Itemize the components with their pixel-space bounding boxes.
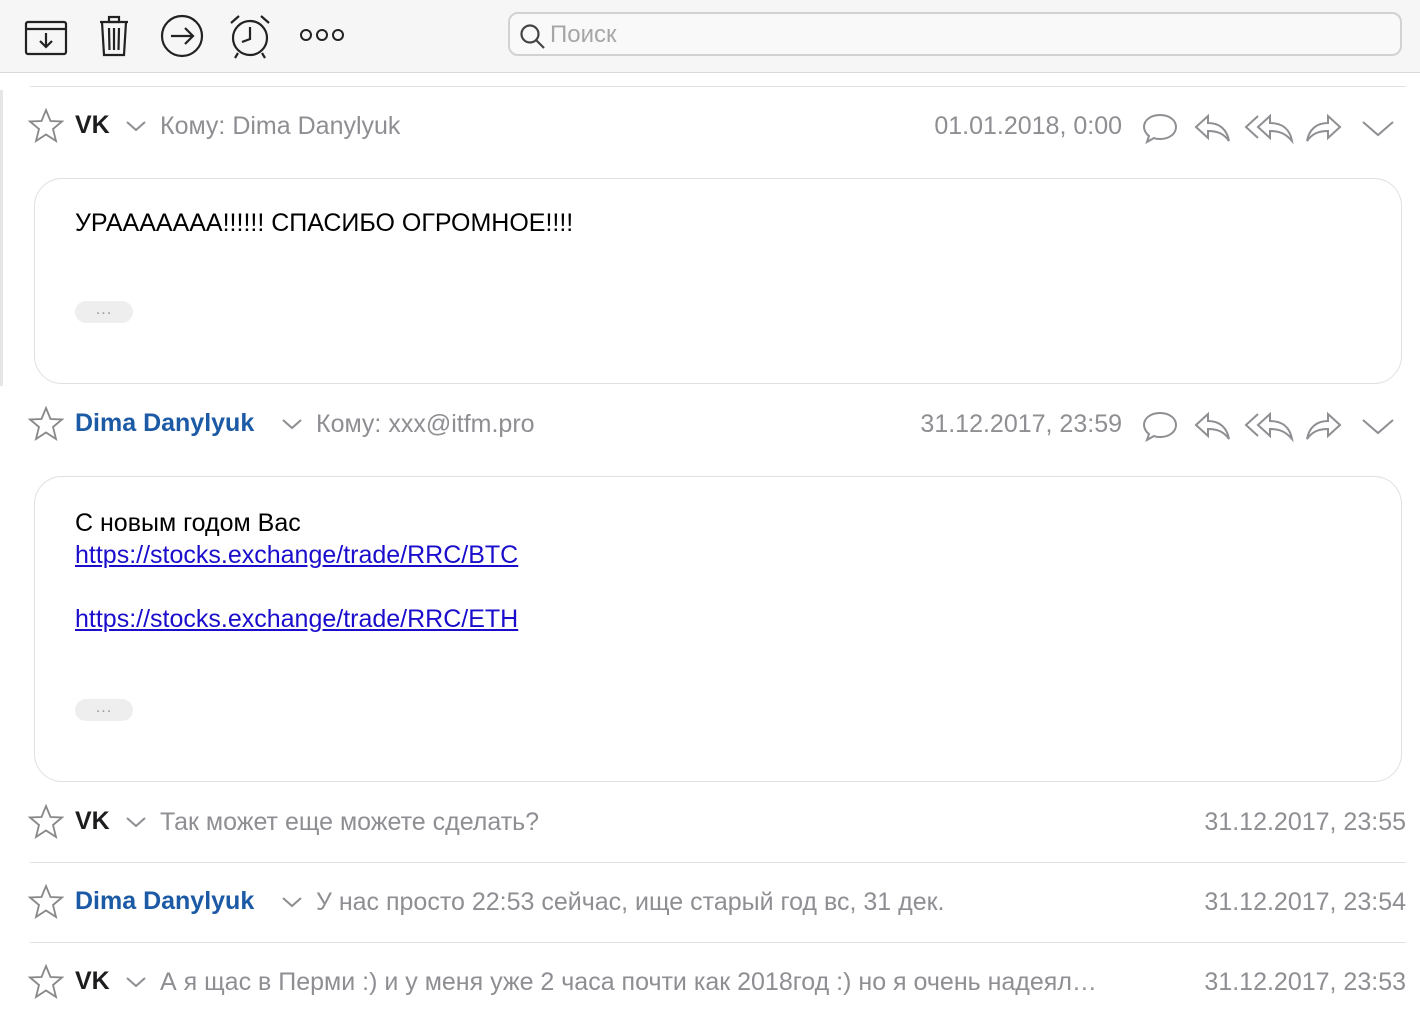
chevron-down-icon[interactable] [124, 116, 148, 136]
star-icon[interactable] [28, 804, 64, 840]
chevron-down-icon[interactable] [1358, 406, 1398, 446]
star-icon[interactable] [28, 884, 64, 920]
star-icon[interactable] [28, 108, 64, 144]
message-snippet: У нас просто 22:53 сейчас, ище старый го… [316, 888, 945, 916]
comment-icon[interactable] [1140, 108, 1180, 148]
show-more-button[interactable]: ... [75, 699, 133, 721]
link-rrc-eth[interactable]: https://stocks.exchange/trade/RRC/ETH [75, 605, 518, 634]
message-date: 31.12.2017, 23:53 [1204, 968, 1406, 996]
search-icon [520, 24, 545, 49]
chevron-down-icon[interactable] [280, 414, 304, 434]
reply-icon[interactable] [1192, 406, 1232, 446]
message-snippet: А я щас в Перми :) и у меня уже 2 часа п… [160, 968, 1097, 996]
comment-icon[interactable] [1140, 406, 1180, 446]
show-more-button[interactable]: ... [75, 301, 133, 323]
message-snippet: Так может еще можете сделать? [160, 808, 540, 836]
message-date: 31.12.2017, 23:55 [1204, 808, 1406, 836]
sender-name[interactable]: VK [75, 967, 110, 996]
divider [30, 862, 1406, 863]
collapsed-message[interactable]: VK Так может еще можете сделать? 31.12.2… [0, 798, 1420, 848]
message-header[interactable]: VK Кому: Dima Danylyuk 01.01.2018, 0:00 [0, 102, 1420, 152]
chevron-down-icon[interactable] [124, 972, 148, 992]
chevron-down-icon[interactable] [280, 892, 304, 912]
message-date: 01.01.2018, 0:00 [934, 112, 1122, 140]
forward-icon[interactable] [1304, 406, 1344, 446]
archive-icon[interactable] [22, 12, 70, 60]
collapsed-message[interactable]: VK А я щас в Перми :) и у меня уже 2 час… [0, 958, 1420, 1008]
sender-name[interactable]: Dima Danylyuk [75, 887, 254, 916]
reply-all-icon[interactable] [1244, 108, 1296, 148]
message-date: 31.12.2017, 23:54 [1204, 888, 1406, 916]
message-header[interactable]: Dima Danylyuk Кому: xxx@itfm.pro 31.12.2… [0, 400, 1420, 450]
star-icon[interactable] [28, 964, 64, 1000]
reply-icon[interactable] [1192, 108, 1232, 148]
link-rrc-btc[interactable]: https://stocks.exchange/trade/RRC/BTC [75, 541, 518, 570]
search-input[interactable] [548, 18, 1392, 52]
message-body: С новым годом Вас https://stocks.exchang… [34, 476, 1402, 782]
more-icon[interactable] [296, 12, 344, 60]
remind-icon[interactable] [226, 12, 274, 60]
message-date: 31.12.2017, 23:59 [920, 410, 1122, 438]
recipient: Кому: Dima Danylyuk [160, 112, 401, 140]
sender-name[interactable]: VK [75, 111, 110, 140]
reply-all-icon[interactable] [1244, 406, 1296, 446]
move-icon[interactable] [158, 12, 206, 60]
sender-name[interactable]: Dima Danylyuk [75, 409, 254, 438]
toolbar [0, 0, 1420, 73]
recipient: Кому: xxx@itfm.pro [316, 410, 535, 438]
sender-name[interactable]: VK [75, 807, 110, 836]
body-text: УРААААААА!!!!!! СПАСИБО ОГРОМНОЕ!!!! [75, 209, 574, 237]
collapsed-message[interactable]: Dima Danylyuk У нас просто 22:53 сейчас,… [0, 878, 1420, 928]
star-icon[interactable] [28, 406, 64, 442]
forward-icon[interactable] [1304, 108, 1344, 148]
trash-icon[interactable] [90, 12, 138, 60]
search-field[interactable] [508, 12, 1402, 56]
message-body: УРААААААА!!!!!! СПАСИБО ОГРОМНОЕ!!!! ... [34, 178, 1402, 384]
divider [30, 942, 1406, 943]
chevron-down-icon[interactable] [124, 812, 148, 832]
divider [30, 86, 1406, 87]
body-text: С новым годом Вас [75, 509, 301, 537]
chevron-down-icon[interactable] [1358, 108, 1398, 148]
